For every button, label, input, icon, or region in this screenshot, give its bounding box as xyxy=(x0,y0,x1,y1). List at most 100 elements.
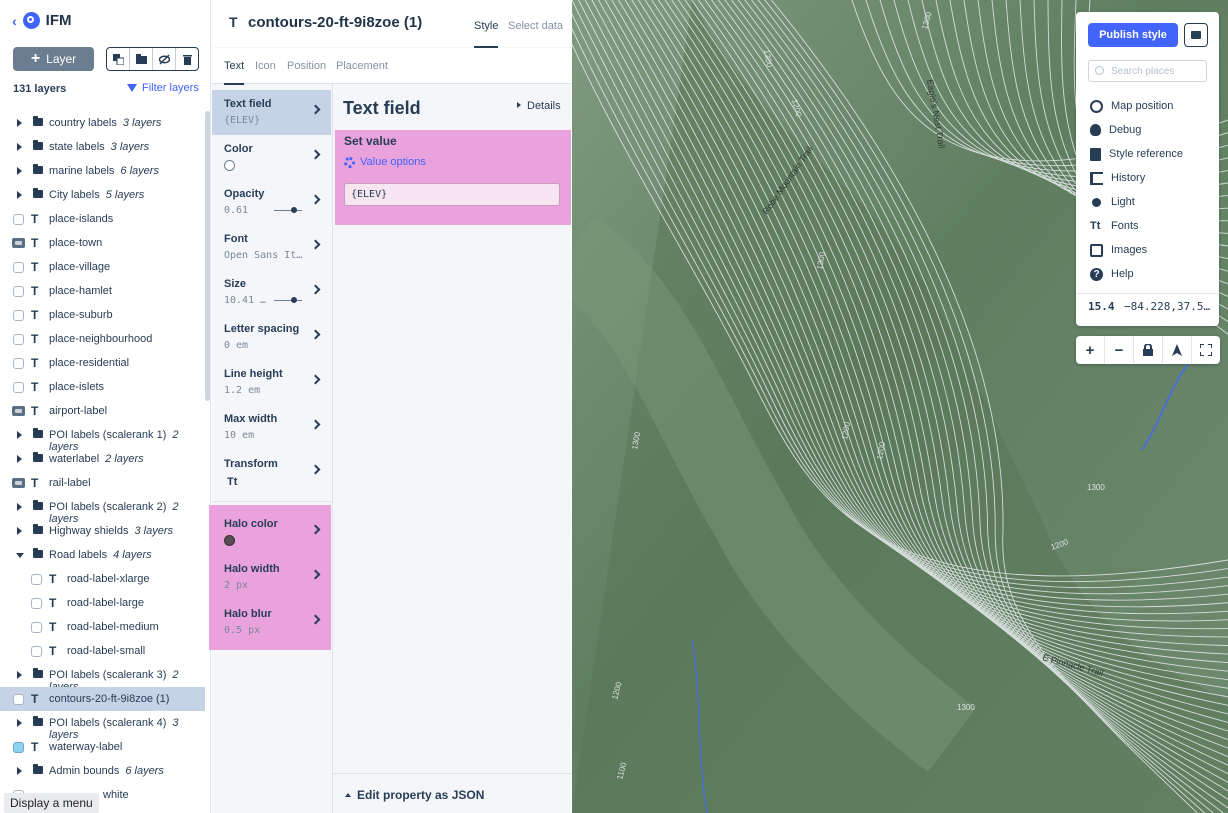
tab-position[interactable]: Position xyxy=(287,60,326,72)
chevron-right-icon[interactable] xyxy=(17,455,22,463)
lock-button[interactable] xyxy=(1134,336,1163,364)
menu-item[interactable]: Light xyxy=(1090,190,1183,214)
menu-item[interactable]: ? Help xyxy=(1090,262,1183,286)
zoom-in-button[interactable]: + xyxy=(1076,336,1105,364)
back-chevron-icon[interactable]: ‹ xyxy=(12,13,17,29)
layer-row[interactable]: Tplace-islets xyxy=(0,375,205,399)
layer-row[interactable]: City labels 5 layers xyxy=(0,183,205,207)
layer-row[interactable]: Twaterway-label xyxy=(0,735,205,759)
layer-visibility-checkbox[interactable] xyxy=(13,214,24,225)
compass-button[interactable] xyxy=(1163,336,1192,364)
duplicate-layer-button[interactable] xyxy=(107,48,130,70)
tab-placement[interactable]: Placement xyxy=(336,60,388,72)
layer-row[interactable]: Troad-label-large xyxy=(0,591,205,615)
layer-visibility-checkbox[interactable] xyxy=(31,598,42,609)
layer-visibility-checkbox[interactable] xyxy=(13,286,24,297)
brand[interactable]: ‹ IFM xyxy=(12,12,72,29)
property-row[interactable]: Opacity 0.61 xyxy=(212,180,331,225)
layer-row[interactable]: Tplace-town xyxy=(0,231,205,255)
layer-visibility-checkbox[interactable] xyxy=(13,694,24,705)
menu-item[interactable]: History xyxy=(1090,166,1183,190)
chevron-right-icon[interactable] xyxy=(17,767,22,775)
layer-row[interactable]: POI labels (scalerank 1) 2 layers xyxy=(0,423,205,453)
value-options-button[interactable]: Value options xyxy=(344,156,426,168)
property-row[interactable]: Font Open Sans It… xyxy=(212,225,331,270)
layer-row[interactable]: Tplace-hamlet xyxy=(0,279,205,303)
layer-visibility-checkbox[interactable] xyxy=(31,622,42,633)
layer-visibility-checkbox[interactable] xyxy=(13,310,24,321)
layer-row[interactable]: Tplace-suburb xyxy=(0,303,205,327)
property-row[interactable]: Text field {ELEV} xyxy=(212,90,331,135)
layer-row[interactable]: POI labels (scalerank 3)2 layers xyxy=(0,663,205,693)
chevron-right-icon[interactable] xyxy=(17,503,22,511)
layer-visibility-checkbox[interactable] xyxy=(31,646,42,657)
tab-style[interactable]: Style xyxy=(474,20,499,48)
tab-icon[interactable]: Icon xyxy=(255,60,276,72)
layer-row[interactable]: state labels 3 layers xyxy=(0,135,205,159)
layer-row[interactable]: waterlabel 2 layers xyxy=(0,447,205,471)
layer-title[interactable]: contours-20-ft-9i8zoe (1) xyxy=(248,14,422,31)
tab-select-data[interactable]: Select data xyxy=(508,20,563,32)
layer-row[interactable]: Troad-label-xlarge xyxy=(0,567,205,591)
details-toggle[interactable]: Details xyxy=(517,100,561,112)
layer-list-scrollbar[interactable] xyxy=(205,111,210,401)
layer-row[interactable]: Tplace-village xyxy=(0,255,205,279)
property-row[interactable]: Max width 10 em xyxy=(212,405,331,450)
text-field-input[interactable]: {ELEV} xyxy=(344,183,560,206)
property-row[interactable]: Transform Tt xyxy=(212,450,331,495)
layer-row[interactable]: Tplace-neighbourhood xyxy=(0,327,205,351)
property-row[interactable]: Letter spacing 0 em xyxy=(212,315,331,360)
menu-item[interactable]: Style reference xyxy=(1090,142,1183,166)
edit-json-toggle[interactable]: Edit property as JSON xyxy=(333,773,572,813)
publish-style-button[interactable]: Publish style xyxy=(1088,23,1178,47)
layer-color-swatch[interactable] xyxy=(13,742,24,753)
layer-visibility-checkbox[interactable] xyxy=(31,574,42,585)
menu-item[interactable]: Tt Fonts xyxy=(1090,214,1183,238)
chevron-right-icon[interactable] xyxy=(17,527,22,535)
delete-layer-button[interactable] xyxy=(176,48,198,70)
layer-visibility-checkbox[interactable] xyxy=(13,334,24,345)
property-row[interactable]: Color xyxy=(212,135,331,180)
layer-row[interactable]: Trail-label xyxy=(0,471,205,495)
fullscreen-button[interactable] xyxy=(1192,336,1220,364)
zoom-out-button[interactable]: − xyxy=(1105,336,1134,364)
layer-row[interactable]: country labels 3 layers xyxy=(0,111,205,135)
property-row[interactable]: Size 10.41 … xyxy=(212,270,331,315)
chevron-right-icon[interactable] xyxy=(17,119,22,127)
chevron-right-icon[interactable] xyxy=(17,167,22,175)
layer-visibility-checkbox[interactable] xyxy=(13,382,24,393)
print-button[interactable] xyxy=(1184,23,1208,47)
property-row[interactable]: Halo blur 0.5 px xyxy=(212,600,331,645)
property-row[interactable]: Halo width 2 px xyxy=(212,555,331,600)
chevron-right-icon[interactable] xyxy=(17,431,22,439)
property-row[interactable]: Halo color xyxy=(212,510,331,555)
layer-row[interactable]: Tcontours-20-ft-9i8zoe (1) xyxy=(0,687,205,711)
layer-row[interactable]: Tplace-islands xyxy=(0,207,205,231)
property-slider[interactable] xyxy=(274,207,302,213)
group-layer-button[interactable] xyxy=(130,48,153,70)
filter-layers-button[interactable]: Filter layers xyxy=(127,82,199,94)
chevron-right-icon[interactable] xyxy=(17,143,22,151)
property-slider[interactable] xyxy=(274,297,302,303)
layer-row[interactable]: Troad-label-small xyxy=(0,639,205,663)
search-places-input[interactable]: Search places xyxy=(1088,60,1207,82)
layer-row[interactable]: Admin bounds 6 layers xyxy=(0,759,205,783)
tab-text[interactable]: Text xyxy=(224,60,245,85)
hide-layer-button[interactable] xyxy=(153,48,176,70)
chevron-down-icon[interactable] xyxy=(16,553,24,558)
layer-visibility-checkbox[interactable] xyxy=(13,358,24,369)
layer-row[interactable]: POI labels (scalerank 2) 2 layers xyxy=(0,495,205,525)
chevron-right-icon[interactable] xyxy=(17,719,22,727)
chevron-right-icon[interactable] xyxy=(17,191,22,199)
layer-visibility-checkbox[interactable] xyxy=(13,262,24,273)
layer-row[interactable]: Road labels 4 layers xyxy=(0,543,205,567)
layer-row[interactable]: POI labels (scalerank 4) 3 layers xyxy=(0,711,205,741)
layer-row[interactable]: Tplace-residential xyxy=(0,351,205,375)
menu-item[interactable]: Map position xyxy=(1090,94,1183,118)
add-layer-button[interactable]: + Layer xyxy=(13,47,94,71)
layer-row[interactable]: marine labels 6 layers xyxy=(0,159,205,183)
layer-row[interactable]: Troad-label-medium xyxy=(0,615,205,639)
menu-item[interactable]: Images xyxy=(1090,238,1183,262)
layer-row[interactable]: Tairport-label xyxy=(0,399,205,423)
menu-item[interactable]: Debug xyxy=(1090,118,1183,142)
